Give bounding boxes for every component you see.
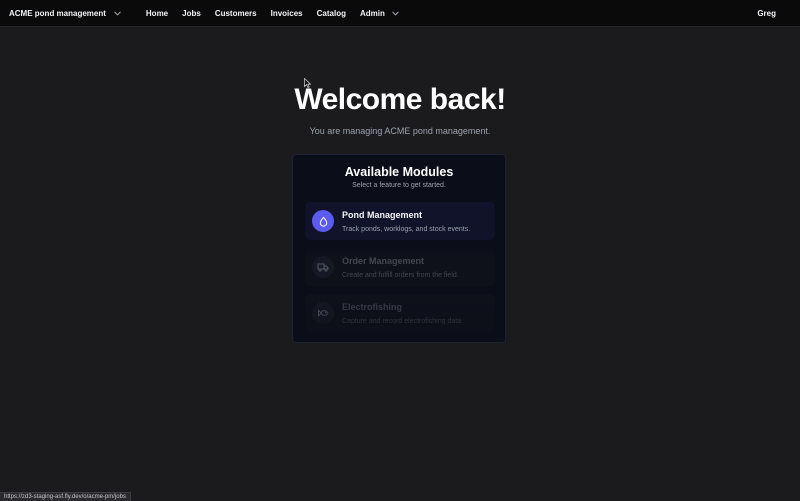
module-title: Electrofishing [342, 302, 403, 312]
module-pond-management[interactable]: Pond Management Track ponds, worklogs, a… [305, 202, 495, 240]
nav-customers[interactable]: Customers [208, 9, 264, 18]
nav-admin-label: Admin [359, 8, 385, 18]
water-drop-icon [312, 210, 334, 232]
modules-card-title: Available Modules [344, 165, 454, 179]
module-electrofishing: Electrofishing Capture and record electr… [305, 294, 495, 332]
module-description: Track ponds, worklogs, and stock events. [342, 226, 471, 233]
modules-card: Available Modules Select a feature to ge… [292, 154, 506, 343]
top-navbar: ACME pond management Home Jobs Customers… [0, 0, 800, 27]
module-description: Create and fulfill orders from the field… [342, 272, 459, 279]
chevron-down-icon [114, 11, 121, 15]
nav-jobs[interactable]: Jobs [175, 9, 208, 18]
org-switcher[interactable]: ACME pond management [9, 9, 122, 18]
nav-catalog[interactable]: Catalog [310, 9, 353, 18]
user-menu[interactable]: Greg [757, 9, 776, 18]
page-title: Welcome back! [294, 83, 506, 116]
brand-name: ACME pond management [9, 8, 106, 18]
nav-invoices[interactable]: Invoices [264, 9, 310, 18]
chevron-down-icon [392, 11, 399, 15]
link-preview-statusbar: https://zd3-staging-asf.fly.dev/o/acme-p… [0, 492, 131, 501]
nav-admin-menu[interactable]: Admin [353, 9, 407, 18]
main-nav: Home Jobs Customers Invoices Catalog Adm… [139, 9, 407, 18]
module-order-management: Order Management Create and fulfill orde… [305, 248, 495, 286]
page-subtitle: You are managing ACME pond management. [309, 126, 491, 136]
modules-card-subtitle: Select a feature to get started. [352, 182, 446, 189]
fish-icon [312, 302, 334, 324]
nav-home[interactable]: Home [139, 9, 175, 18]
module-title: Order Management [342, 256, 425, 266]
module-title: Pond Management [342, 210, 423, 220]
truck-icon [312, 256, 334, 278]
module-description: Capture and record electrofishing data. [342, 318, 464, 325]
